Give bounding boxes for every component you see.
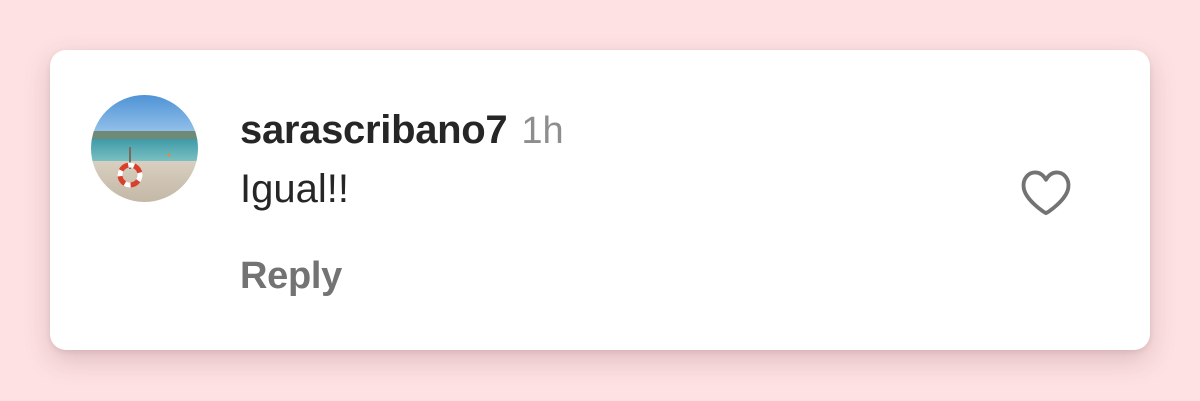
avatar-image [91, 95, 198, 202]
avatar[interactable] [91, 95, 198, 202]
comment-timestamp: 1h [521, 110, 564, 152]
comment-card: sarascribano7 1h Igual!! Reply [50, 50, 1150, 350]
comment-text: Igual!! [240, 167, 349, 211]
username-link[interactable]: sarascribano7 [240, 108, 508, 153]
like-button[interactable] [1016, 165, 1076, 219]
reply-button[interactable]: Reply [240, 255, 342, 298]
comment-meta: sarascribano7 1h [240, 108, 564, 153]
heart-outline-icon [1021, 170, 1071, 216]
comment-body: sarascribano7 1h Igual!! [240, 108, 564, 212]
